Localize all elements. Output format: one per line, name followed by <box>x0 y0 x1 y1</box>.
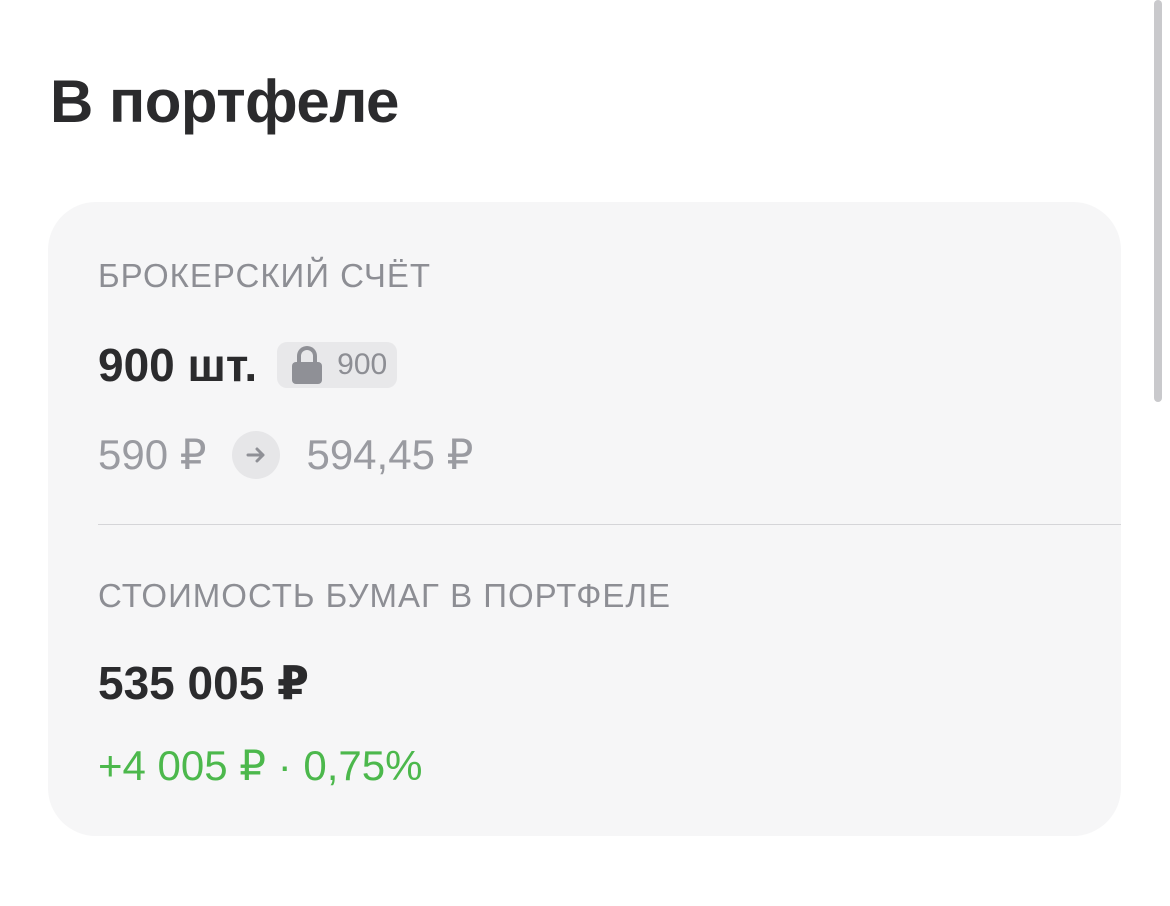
page-title: В портфеле <box>50 68 399 135</box>
portfolio-change: +4 005 ₽ · 0,75% <box>98 742 423 789</box>
price-row: 590 ₽ 594,45 ₽ <box>98 428 473 482</box>
portfolio-value: 535 005 ₽ <box>98 657 310 709</box>
blocked-badge[interactable]: 900 <box>277 342 398 388</box>
blocked-count: 900 <box>337 348 388 381</box>
quantity-row: 900 шт. 900 <box>98 336 398 394</box>
portfolio-screen: В портфеле БРОКЕРСКИЙ СЧЁТ 900 шт. 900 5… <box>0 0 1170 906</box>
quantity: 900 шт. <box>98 339 258 391</box>
portfolio-value-label: СТОИМОСТЬ БУМАГ В ПОРТФЕЛЕ <box>98 577 671 614</box>
account-label: БРОКЕРСКИЙ СЧЁТ <box>98 257 432 294</box>
portfolio-card: БРОКЕРСКИЙ СЧЁТ 900 шт. 900 590 ₽ 594,45… <box>48 202 1121 836</box>
lock-icon <box>291 345 323 385</box>
current-price: 594,45 ₽ <box>306 431 474 478</box>
arrow-right-icon <box>232 431 281 479</box>
divider <box>98 524 1121 525</box>
scrollbar[interactable] <box>1154 0 1162 402</box>
average-price: 590 ₽ <box>98 431 207 478</box>
